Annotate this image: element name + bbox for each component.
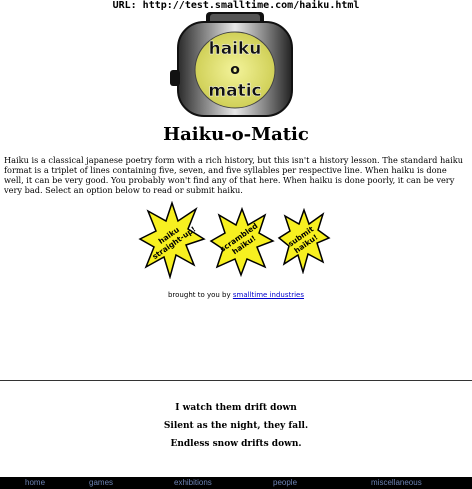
nav-link-home[interactable]: home [25,477,45,489]
toaster-logo: haiku o matic [170,12,293,117]
nav-link-people[interactable]: people [273,477,297,489]
divider [0,380,472,381]
haiku-line: I watch them drift down [175,403,297,413]
nav-link-miscellaneous[interactable]: miscellaneous [371,477,422,489]
haiku-poem: I watch them drift down Silent as the ni… [0,399,472,453]
logo-text-haiku: haiku [209,39,262,59]
intro-paragraph: Haiku is a classical japanese poetry for… [4,155,463,195]
footer-nav: home games exhibitions people miscellane… [0,477,472,489]
haiku-straight-up-button[interactable]: haiku straight-up! [138,201,206,279]
nav-link-exhibitions[interactable]: exhibitions [174,477,212,489]
logo-text-matic: matic [208,81,261,101]
page-title: Haiku-o-Matic [163,124,309,145]
logo-text-o: o [230,62,240,78]
haiku-line: Endless snow drifts down. [170,439,302,449]
haiku-line: Silent as the night, they fall. [163,421,309,431]
scrambled-haiku-button[interactable]: scrambled haiku! [209,207,275,277]
submit-haiku-button[interactable]: submit haiku! [277,208,331,274]
smalltime-industries-link[interactable]: smalltime industries [233,291,304,299]
nav-link-games[interactable]: games [89,477,113,489]
credit-line: brought to you by smalltime industries [0,290,472,300]
credit-prefix: brought to you by [167,291,231,299]
